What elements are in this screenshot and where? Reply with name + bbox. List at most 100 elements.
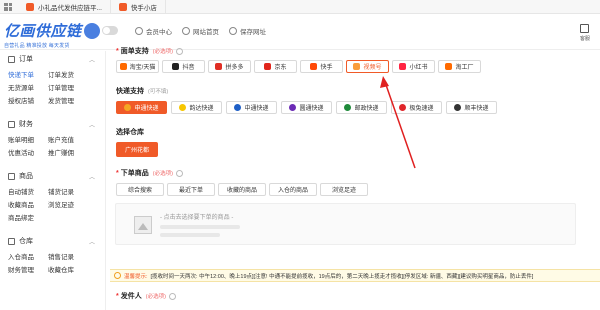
nav-save-url[interactable]: 保存网址 [229,26,266,36]
finance-icon [8,120,15,128]
option-chip[interactable]: 邮政快递 [336,101,387,114]
logo-text: 亿画供应链 [4,22,82,40]
option-chip[interactable]: 视频号 [346,60,389,73]
section-hint: (必选项) [152,171,173,177]
help-icon[interactable] [175,169,183,177]
chip-label: 申通快递 [134,106,159,112]
option-chip[interactable]: 小红书 [392,60,435,73]
notice-bar: 温馨提示: [揽收时间一天两次: 中午12:00、晚上19点][注意! 中通不能… [110,269,600,282]
option-chip[interactable]: 京东 [254,60,297,73]
option-chip[interactable]: 收藏的商品 [218,183,266,196]
option-chip[interactable]: 极兔速递 [391,101,442,114]
option-chip[interactable]: 拼多多 [208,60,251,73]
sidebar-item[interactable]: 铺货记录 [48,186,88,196]
chevron-up-icon: ︿ [88,57,95,64]
option-chip[interactable]: 申通快递 [116,101,167,114]
option-chip[interactable]: 中通快递 [226,101,277,114]
sidebar-item[interactable]: 无货源单 [8,82,48,92]
sidebar-item[interactable]: 自动铺货 [8,186,48,196]
brand-icon [454,104,462,111]
option-chip[interactable]: 顺丰快递 [446,101,497,114]
sidebar-group-title[interactable]: 商品 ︿ [0,168,105,184]
chip-label: 小红书 [409,65,428,71]
option-chip[interactable]: 抖音 [162,60,205,73]
customer-service-button[interactable]: 客服 [580,24,590,42]
section-hint: (可不填) [148,89,169,95]
sidebar-group-title[interactable]: 财务 ︿ [0,116,105,132]
browser-tab[interactable]: 快手小店 [111,0,166,14]
skeleton-line [160,225,240,229]
diamond-icon [135,27,143,35]
sidebar-group-title[interactable]: 订单 ︿ [0,51,105,67]
sidebar-item[interactable]: 收藏仓库 [48,264,88,274]
sidebar-group-title[interactable]: 仓库 ︿ [0,233,105,249]
help-icon[interactable] [168,292,176,300]
goods-picker-placeholder: - 点击去选择要下单的商品 - [160,215,234,221]
sidebar-item[interactable]: 财务管理 [8,264,48,274]
brand-icon [119,63,127,70]
nav-member-center[interactable]: 会员中心 [135,26,172,36]
sidebar: 订单 ︿ 快递下单 订单发货 无货源单 订单管理 授权店铺 发货管理 财务 ︿ 账单明… [0,51,106,310]
sidebar-item[interactable]: 快递下单 [8,69,48,79]
chevron-up-icon: ︿ [88,174,95,181]
option-chip[interactable]: 淘宝/天猫 [116,60,159,73]
sidebar-item[interactable]: 商品绑定 [8,212,48,222]
sidebar-group-goods: 商品 ︿ 自动铺货 铺货记录 收藏商品 浏览足迹 商品绑定 [0,168,105,225]
sidebar-item[interactable]: 订单发货 [48,69,88,79]
goods-icon [8,172,15,180]
goods-picker[interactable]: - 点击去选择要下单的商品 - [115,203,576,245]
section-hint: (必选项) [152,49,173,55]
sidebar-item[interactable]: 账户充值 [48,134,88,144]
option-chip[interactable]: 浏览足迹 [320,183,368,196]
brand-icon [172,63,180,70]
option-chip[interactable]: 入仓的商品 [269,183,317,196]
sidebar-item[interactable]: 授权店铺 [8,95,48,105]
browser-tab-label: 快手小店 [130,4,157,12]
notice-text: [揽收时间一天两次: 中午12:00、晚上19点][注意! 中通不能提前揽收，1… [150,273,534,280]
option-chip[interactable]: 最近下单 [167,183,215,196]
sidebar-item[interactable]: 优惠活动 [8,147,48,157]
site-logo[interactable]: 亿画供应链 自营礼品 精准投放 每天发货 [4,20,82,49]
sidebar-item[interactable]: 账单明细 [8,134,48,144]
sidebar-item[interactable]: 发货管理 [48,95,88,105]
browser-tab[interactable]: 小礼品代发供应链平... [18,0,111,14]
sidebar-item[interactable]: 订单管理 [48,82,88,92]
mode-toggle[interactable] [102,26,118,35]
platform-section-title: * 面单支持 (必选项) [116,46,183,56]
warehouse-option[interactable]: 广州花都 [116,142,158,157]
option-chip[interactable]: 韵达快递 [171,101,222,114]
sidebar-item[interactable]: 销售记录 [48,251,88,261]
section-title-text: 发件人 [120,293,142,300]
skeleton-line [160,233,220,237]
chip-label: 淘工厂 [455,65,474,71]
option-chip[interactable]: 淘工厂 [438,60,481,73]
nav-home[interactable]: 网站首页 [182,26,219,36]
brand-icon [124,104,132,111]
avatar[interactable] [84,23,100,39]
option-chip[interactable]: 快手 [300,60,343,73]
chip-label: 快手 [320,65,333,71]
brand-icon [399,104,407,111]
sidebar-item[interactable]: 浏览足迹 [48,199,88,209]
sidebar-item[interactable]: 推广赚佣 [48,147,88,157]
sidebar-group-finance: 财务 ︿ 账单明细 账户充值 优惠活动 推广赚佣 [0,116,105,160]
sidebar-item[interactable]: 收藏商品 [8,199,48,209]
express-section-title: 快递支持 (可不填) [116,86,168,96]
apps-grid-icon[interactable] [4,2,12,11]
required-mark: * [116,48,119,55]
warning-icon [114,272,121,279]
chip-label: 淘宝/天猫 [129,65,156,71]
help-icon[interactable] [175,47,183,55]
chip-label: 京东 [274,65,287,71]
brand-icon [344,104,352,111]
option-chip[interactable]: 综合搜索 [116,183,164,196]
sender-section-title: * 发件人 (必选项) [116,291,176,301]
sidebar-group-warehouse: 仓库 ︿ 入仓商品 销售记录 财务管理 收藏仓库 [0,233,105,277]
option-chip[interactable]: 圆通快递 [281,101,332,114]
chip-label: 浏览足迹 [331,188,356,194]
save-icon [229,27,237,35]
group-title-text: 财务 [19,121,33,128]
chip-label: 中通快递 [244,106,269,112]
sidebar-item[interactable]: 入仓商品 [8,251,48,261]
chevron-up-icon: ︿ [88,122,95,129]
